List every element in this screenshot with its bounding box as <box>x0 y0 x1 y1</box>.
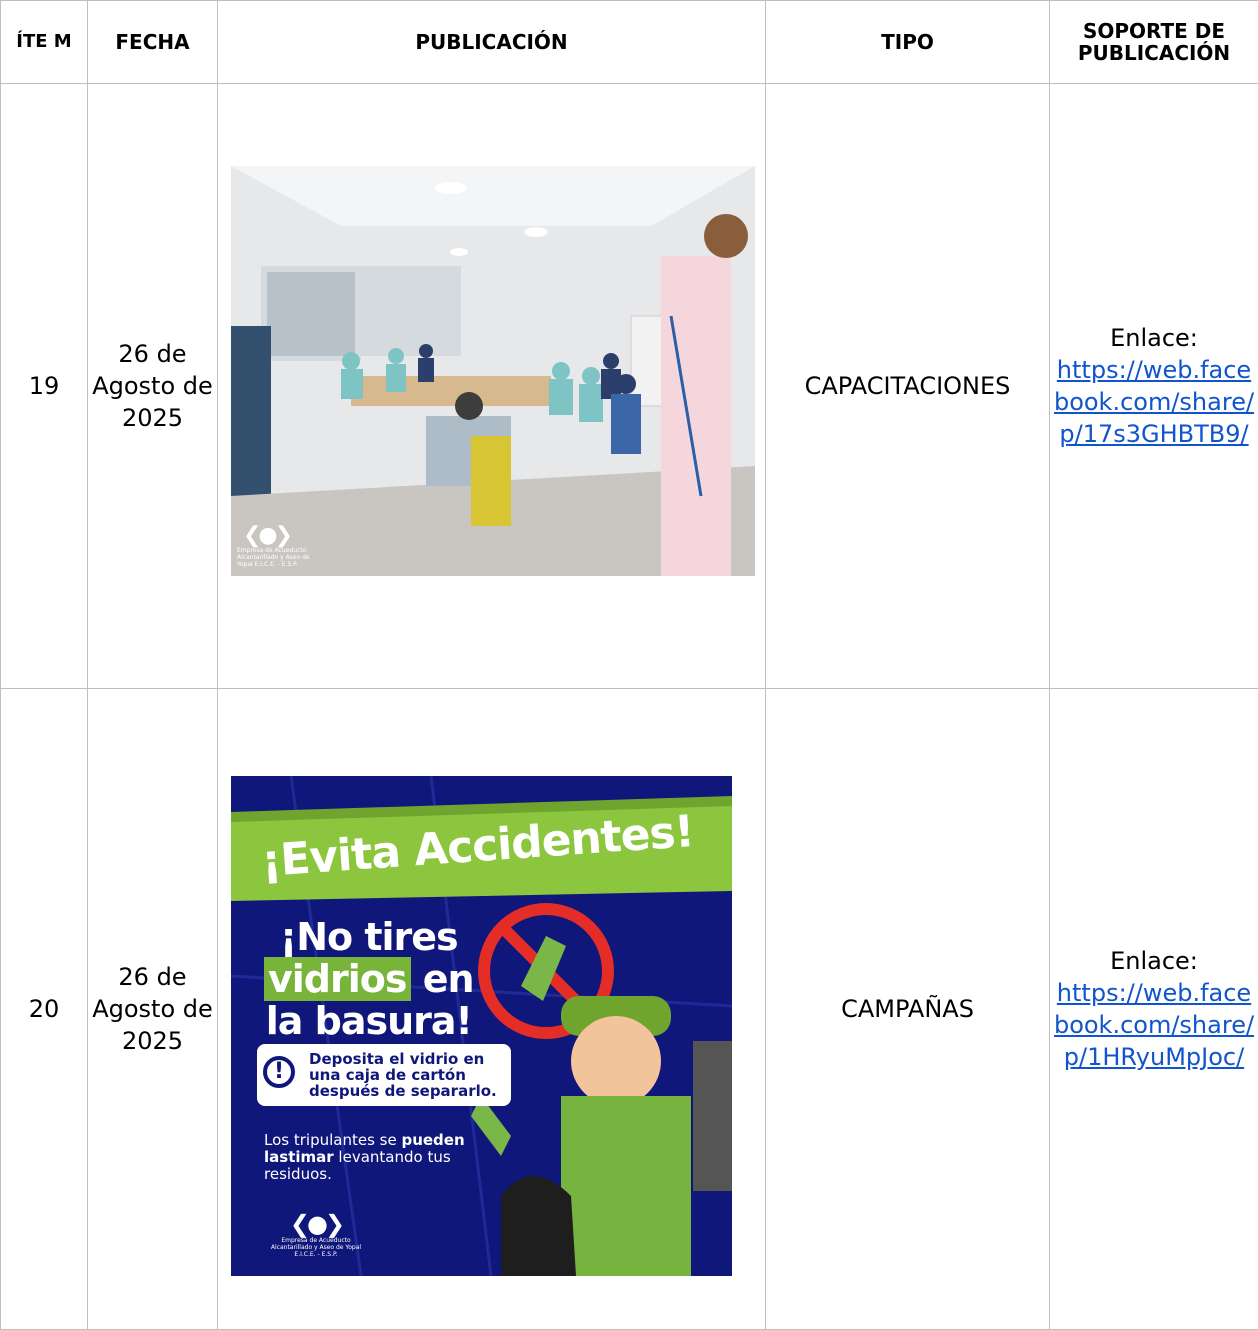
headline-line1: ¡No tires <box>264 916 474 958</box>
cell-item: 20 <box>1 689 88 1330</box>
cell-soporte: Enlace: https://web.facebook.com/share/p… <box>1050 84 1258 689</box>
table-header-row: ÍTE M FECHA PUBLICACIÓN TIPO SOPORTE DE … <box>1 1 1258 84</box>
cell-item: 19 <box>1 84 88 689</box>
cell-tipo: CAPACITACIONES <box>766 84 1050 689</box>
training-room-illustration <box>231 166 755 576</box>
cell-soporte: Enlace: https://web.facebook.com/share/p… <box>1050 689 1258 1330</box>
logo-text: Empresa de Acueducto Alcantarillado y As… <box>237 547 317 568</box>
headline-line3: la basura! <box>264 1000 474 1042</box>
header-tipo: TIPO <box>766 1 1050 84</box>
publications-table: ÍTE M FECHA PUBLICACIÓN TIPO SOPORTE DE … <box>0 0 1258 1330</box>
cell-publicacion: ❮●❯ Empresa de Acueducto Alcantarillado … <box>218 84 766 689</box>
company-logo: ❮●❯ Empresa de Acueducto Alcantarillado … <box>261 1211 371 1258</box>
header-fecha: FECHA <box>88 1 218 84</box>
campaign-poster: ¡Evita Accidentes! ¡No tires vidrios en … <box>231 776 732 1276</box>
soporte-link[interactable]: https://web.facebook.com/share/p/1HRyuMp… <box>1054 979 1254 1071</box>
soporte-label: Enlace: <box>1050 945 1258 977</box>
cell-tipo: CAMPAÑAS <box>766 689 1050 1330</box>
poster-notice-box: ! Deposita el vidrio en una caja de cart… <box>257 1044 511 1106</box>
header-item: ÍTE M <box>1 1 88 84</box>
training-photo: ❮●❯ Empresa de Acueducto Alcantarillado … <box>231 166 755 576</box>
soporte-link[interactable]: https://web.facebook.com/share/p/17s3GHB… <box>1054 356 1254 448</box>
poster-note: Los tripulantes se pueden lastimar levan… <box>264 1132 479 1183</box>
cell-fecha: 26 de Agosto de 2025 <box>88 689 218 1330</box>
cell-fecha: 26 de Agosto de 2025 <box>88 84 218 689</box>
table-row: 19 26 de Agosto de 2025 <box>1 84 1258 689</box>
header-publicacion: PUBLICACIÓN <box>218 1 766 84</box>
exclamation-icon: ! <box>263 1056 295 1088</box>
soporte-label: Enlace: <box>1050 322 1258 354</box>
table-row: 20 26 de Agosto de 2025 <box>1 689 1258 1330</box>
headline-line2-rest: en <box>411 957 474 1001</box>
poster-headline: ¡No tires vidrios en la basura! <box>264 916 474 1042</box>
logo-text: Empresa de Acueducto Alcantarillado y As… <box>261 1237 371 1258</box>
headline-highlight: vidrios <box>264 957 411 1001</box>
company-logo: ❮●❯ Empresa de Acueducto Alcantarillado … <box>237 525 317 568</box>
notice-text: Deposita el vidrio en una caja de cartón… <box>309 1051 511 1099</box>
cell-publicacion: ¡Evita Accidentes! ¡No tires vidrios en … <box>218 689 766 1330</box>
header-soporte: SOPORTE DE PUBLICACIÓN <box>1050 1 1258 84</box>
